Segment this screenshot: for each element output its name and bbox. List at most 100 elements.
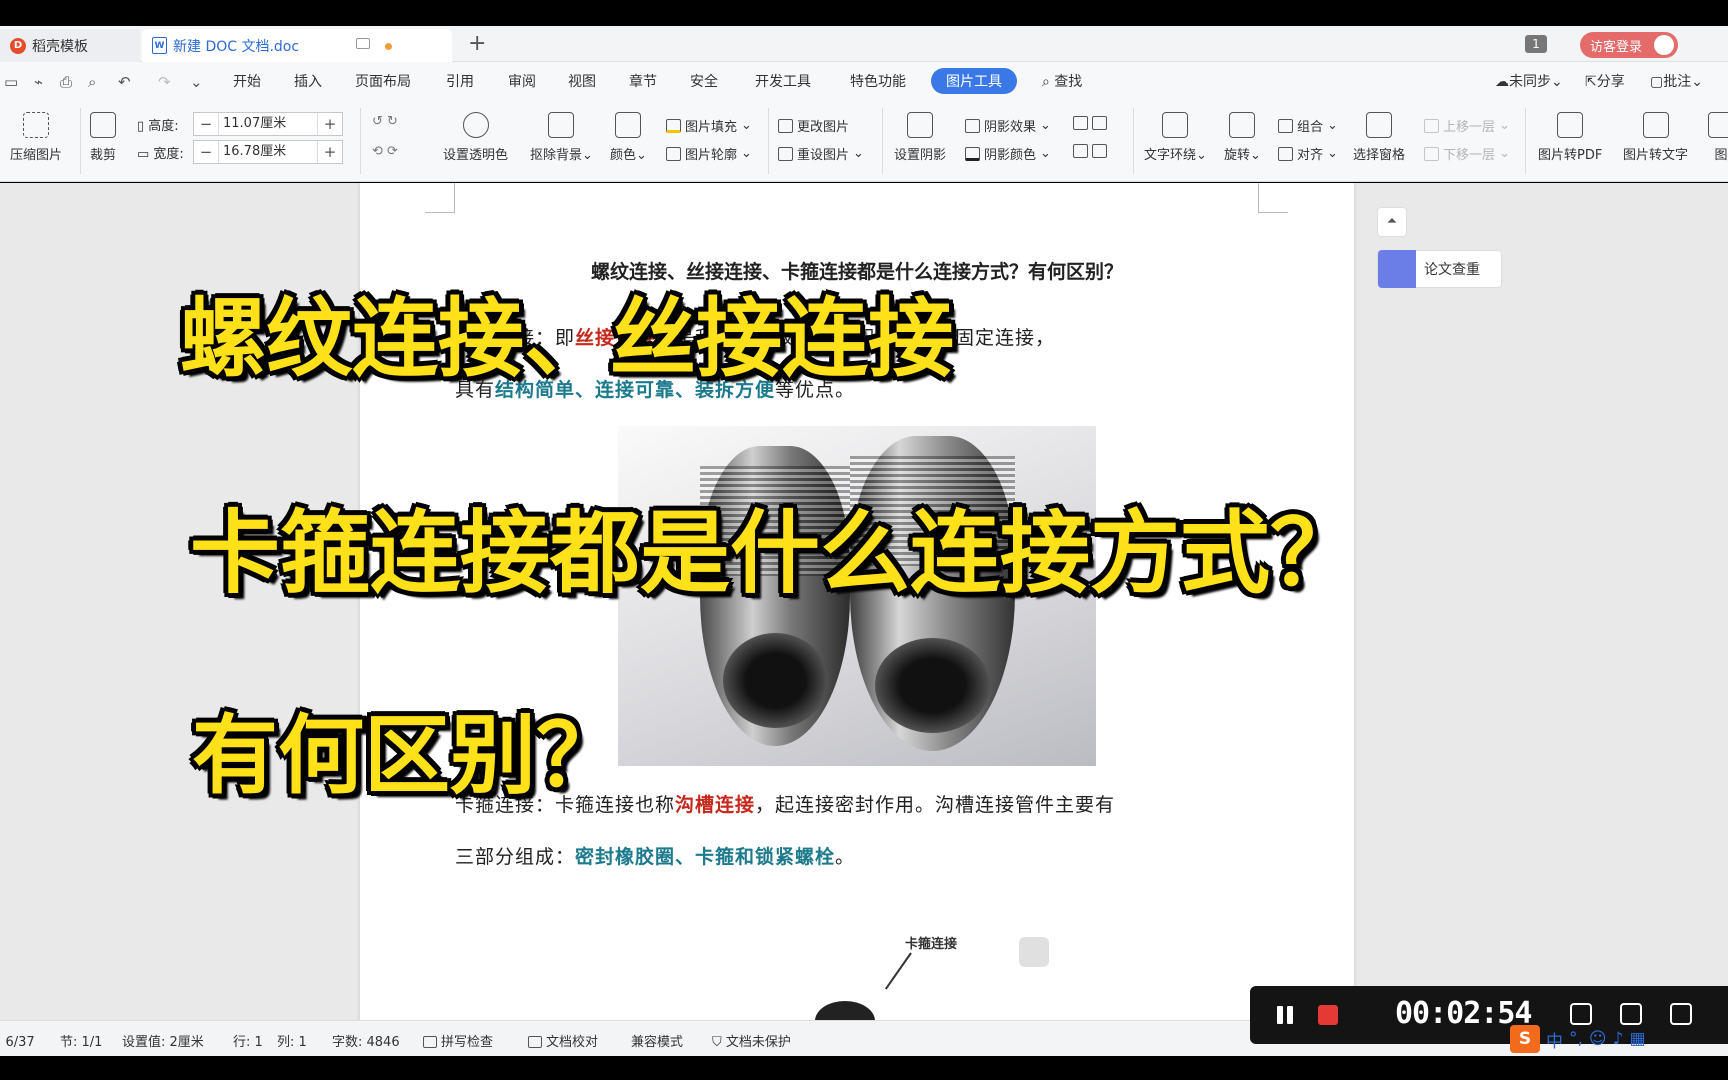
minimize-recorder-icon[interactable] bbox=[1620, 1003, 1642, 1025]
color-text: 颜色 bbox=[610, 148, 637, 163]
shadow-color-button[interactable]: 阴影颜色 ⌄ bbox=[965, 144, 1051, 163]
height-decrease-button[interactable]: − bbox=[194, 115, 218, 133]
height-label: ▯ 高度: bbox=[137, 115, 193, 134]
redo-icon[interactable]: ↷ bbox=[158, 73, 171, 91]
menu-special[interactable]: 特色功能 bbox=[850, 71, 906, 91]
image-search-icon[interactable] bbox=[1019, 937, 1049, 967]
format-painter-icon[interactable]: ⌁ bbox=[34, 73, 43, 91]
sync-status[interactable]: ☁未同步⌄ bbox=[1495, 71, 1563, 91]
separator bbox=[360, 108, 361, 174]
shadow-color-icon bbox=[965, 146, 980, 161]
color-button[interactable]: 颜色⌄ bbox=[610, 112, 647, 163]
menu-security[interactable]: 安全 bbox=[690, 71, 718, 91]
picture-outline-button[interactable]: 图片轮廓 ⌄ bbox=[666, 144, 752, 163]
menu-references[interactable]: 引用 bbox=[446, 71, 474, 91]
share-button[interactable]: ⇱分享 bbox=[1585, 71, 1625, 91]
align-button[interactable]: 对齐 ⌄ bbox=[1278, 144, 1338, 163]
save-icon[interactable]: ▭ bbox=[4, 73, 18, 91]
new-tab-button[interactable]: + bbox=[468, 32, 486, 56]
menu-review[interactable]: 审阅 bbox=[508, 71, 536, 91]
set-transparent-color-button[interactable]: 设置透明色 bbox=[443, 112, 508, 163]
pause-icon[interactable] bbox=[1274, 1004, 1296, 1026]
collapse-panel-button[interactable]: ⏶ bbox=[1377, 207, 1407, 237]
shadow-effect-button[interactable]: 阴影效果 ⌄ bbox=[965, 116, 1051, 135]
menu-search[interactable]: ⌕ 查找 bbox=[1042, 71, 1082, 91]
search-icon: ⌕ bbox=[1042, 74, 1055, 90]
height-increase-button[interactable]: + bbox=[318, 115, 342, 133]
unsaved-dot-icon bbox=[385, 43, 392, 50]
undo-icon[interactable]: ↶ bbox=[118, 73, 131, 91]
clamp-shape bbox=[815, 1001, 875, 1020]
send-backward-button[interactable]: 下移一层 ⌄ bbox=[1424, 144, 1510, 163]
picture-to-text-button[interactable]: 图片转文字 bbox=[1623, 112, 1688, 163]
menu-picture-tools[interactable]: 图片工具 bbox=[931, 68, 1017, 94]
tab-docer-templates[interactable]: D 稻壳模板 bbox=[0, 29, 140, 62]
height-input[interactable]: − 11.07厘米 + bbox=[193, 112, 343, 136]
tab-count-badge[interactable]: 1 bbox=[1525, 35, 1547, 53]
reset-picture-button[interactable]: 重设图片 ⌄ bbox=[778, 144, 864, 163]
tab-document[interactable]: W 新建 DOC 文档.doc bbox=[142, 29, 452, 62]
monitor-icon[interactable] bbox=[356, 38, 370, 49]
color-label: 颜色⌄ bbox=[610, 148, 647, 163]
width-value[interactable]: 16.78厘米 bbox=[218, 141, 318, 163]
tab-bar: D 稻壳模板 W 新建 DOC 文档.doc bbox=[0, 26, 1728, 62]
camera-icon[interactable] bbox=[1670, 1003, 1692, 1025]
width-decrease-button[interactable]: − bbox=[194, 143, 218, 161]
microphone-icon[interactable]: ♪ bbox=[1613, 1029, 1624, 1049]
spell-check-button[interactable]: 拼写检查 bbox=[423, 1031, 493, 1050]
group-button[interactable]: 组合 ⌄ bbox=[1278, 116, 1338, 135]
document-protection-button[interactable]: ⛉ 文档未保护 bbox=[712, 1031, 791, 1050]
text-wrap-icon bbox=[1162, 112, 1189, 138]
menu-home[interactable]: 开始 bbox=[233, 71, 261, 91]
menu-page-layout[interactable]: 页面布局 bbox=[355, 71, 411, 91]
punctuation-icon[interactable]: °, bbox=[1569, 1029, 1583, 1049]
set-shadow-button[interactable]: 设置阴影 bbox=[894, 112, 946, 163]
paragraph-4[interactable]: 三部分组成：密封橡胶圈、卡箍和锁紧螺栓。 bbox=[455, 842, 855, 869]
height-label-text: 高度: bbox=[148, 118, 179, 134]
screenshot-region-icon[interactable] bbox=[1570, 1003, 1592, 1025]
clamp-diagram[interactable]: 卡箍连接 bbox=[815, 933, 1105, 1020]
menu-insert[interactable]: 插入 bbox=[294, 71, 322, 91]
flip-icon[interactable]: ⟲ ⟳ bbox=[372, 144, 398, 159]
picture-fill-button[interactable]: 图片填充 ⌄ bbox=[666, 116, 752, 135]
arrow bbox=[884, 952, 912, 990]
visitor-login-button[interactable]: 访客登录 bbox=[1580, 32, 1678, 58]
more-picture-button[interactable]: 图 bbox=[1708, 112, 1728, 163]
remove-background-button[interactable]: 抠除背景⌄ bbox=[530, 112, 593, 163]
selection-pane-button[interactable]: 选择窗格 bbox=[1353, 112, 1405, 163]
status-page[interactable]: 页: 6/37 bbox=[0, 1031, 35, 1050]
menu-developer[interactable]: 开发工具 bbox=[755, 71, 811, 91]
more-label: 图 bbox=[1714, 148, 1728, 163]
shadow-nudge-up-icon[interactable] bbox=[1073, 116, 1107, 130]
text-wrap-button[interactable]: 文字环绕⌄ bbox=[1144, 112, 1207, 163]
change-picture-button[interactable]: 更改图片 bbox=[778, 116, 849, 135]
paper-check-label: 论文查重 bbox=[1424, 262, 1480, 278]
comment-button[interactable]: ▢批注⌄ bbox=[1650, 71, 1703, 91]
wand-icon bbox=[548, 112, 575, 138]
paper-check-button[interactable]: 论文查重 bbox=[1377, 250, 1502, 288]
height-value[interactable]: 11.07厘米 bbox=[218, 113, 318, 135]
menu-chapter[interactable]: 章节 bbox=[629, 71, 657, 91]
menu-view[interactable]: 视图 bbox=[568, 71, 596, 91]
status-words[interactable]: 字数: 4846 bbox=[332, 1031, 400, 1050]
caption-line-3: 有何区别？ bbox=[192, 706, 622, 806]
stop-record-icon[interactable] bbox=[1318, 1005, 1338, 1025]
document-proofread-button[interactable]: 文档校对 bbox=[528, 1031, 598, 1050]
rotate-button[interactable]: 旋转⌄ bbox=[1224, 112, 1261, 163]
crop-button[interactable]: 裁剪 bbox=[90, 112, 116, 163]
picture-to-pdf-button[interactable]: 图片转PDF bbox=[1538, 112, 1602, 163]
print-icon[interactable]: ⎙ bbox=[60, 73, 72, 91]
width-increase-button[interactable]: + bbox=[318, 143, 342, 161]
ime-mode[interactable]: 中 bbox=[1546, 1027, 1563, 1052]
customize-quick-access-icon[interactable]: ⌄ bbox=[190, 73, 203, 91]
bring-forward-button[interactable]: 上移一层 ⌄ bbox=[1424, 116, 1510, 135]
print-preview-icon[interactable]: ⌕ bbox=[88, 73, 96, 91]
emoji-icon[interactable]: ☺ bbox=[1589, 1029, 1607, 1049]
search-label: 查找 bbox=[1054, 74, 1083, 90]
width-input[interactable]: − 16.78厘米 + bbox=[193, 140, 343, 164]
compress-picture-button[interactable]: 压缩图片 bbox=[10, 112, 62, 163]
shadow-nudge-down-icon[interactable] bbox=[1073, 144, 1107, 158]
rotate-left-icon[interactable]: ↺ ↻ bbox=[372, 114, 398, 129]
input-method-toolbar[interactable]: S 中 °, ☺ ♪ ▦ bbox=[1510, 1024, 1646, 1054]
keyboard-icon[interactable]: ▦ bbox=[1630, 1029, 1646, 1049]
